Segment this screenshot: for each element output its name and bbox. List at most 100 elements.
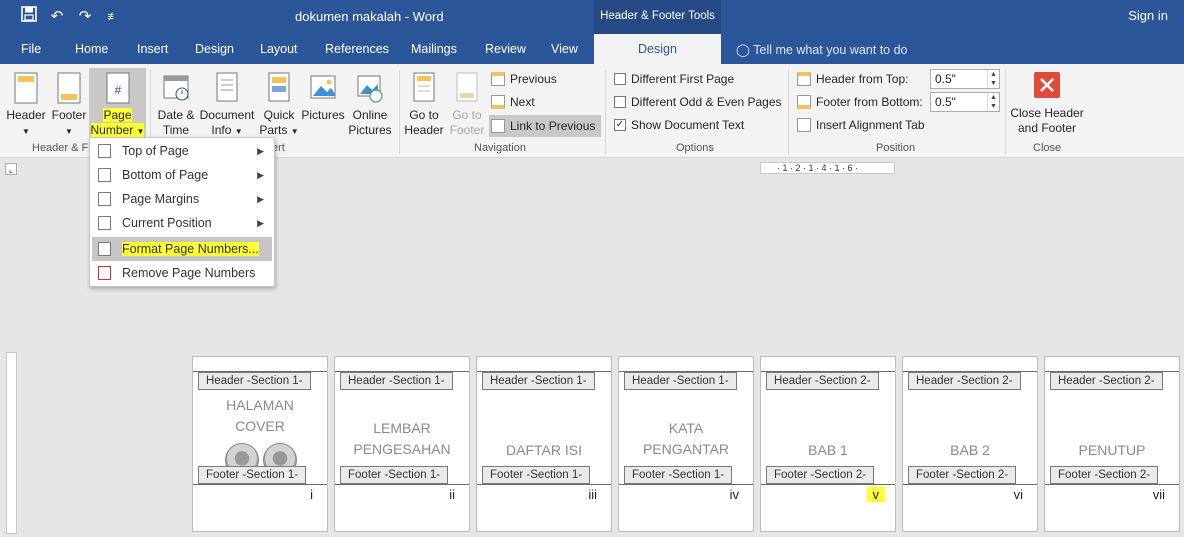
page-subtitle: PENGANTAR [642, 441, 730, 457]
separator [399, 70, 400, 154]
lightbulb-icon: ◯ [736, 43, 750, 57]
next-icon [491, 95, 505, 109]
document-title: dokumen makalah - Word [295, 9, 444, 24]
tab-home[interactable]: Home [75, 42, 108, 56]
calendar-icon [163, 75, 189, 101]
previous-button[interactable]: Previous [491, 72, 557, 86]
page-number-button[interactable]: # Page Number ▼ [89, 68, 146, 140]
undo-icon[interactable]: ↶ [46, 6, 68, 28]
go-to-footer-button[interactable]: Go to Footer [446, 72, 488, 138]
footer-from-bottom-input[interactable]: 0.5" ▲ ▼ [930, 92, 1000, 112]
header-footer-tools-label: Header & Footer Tools [594, 0, 721, 34]
menu-item-top-of-page[interactable]: Top of Page ▶ [92, 139, 272, 163]
show-document-text-checkbox[interactable]: ✓ Show Document Text [614, 118, 744, 132]
chevron-down-icon: ▼ [136, 127, 145, 136]
page-thumbnail[interactable]: Header -Section 2- PENUTUP Footer -Secti… [1044, 356, 1180, 532]
header-section-tag: Header -Section 1- [624, 372, 737, 390]
link-to-previous-button[interactable]: Link to Previous [489, 115, 602, 137]
tab-mailings[interactable]: Mailings [411, 42, 457, 56]
tab-insert[interactable]: Insert [137, 42, 168, 56]
tab-references[interactable]: References [325, 42, 389, 56]
insert-alignment-tab-button[interactable]: Insert Alignment Tab [797, 118, 925, 132]
page-subtitle: COVER [235, 418, 285, 434]
footer-icon [57, 72, 81, 104]
go-to-footer-icon [456, 72, 478, 102]
page-thumbnail[interactable]: Header -Section 2- BAB 2 Footer -Section… [902, 356, 1038, 532]
page-bottom-icon [98, 168, 111, 182]
save-icon[interactable] [18, 6, 40, 28]
chevron-down-icon: ▼ [65, 127, 73, 136]
go-to-header-icon [413, 72, 435, 102]
tab-layout[interactable]: Layout [260, 42, 298, 56]
tab-file[interactable]: File [21, 42, 41, 56]
page-thumbnail[interactable]: Header -Section 1- DAFTAR ISI Footer -Se… [476, 356, 612, 532]
customize-qat-icon[interactable]: ≢ [102, 6, 124, 28]
menu-item-bottom-of-page[interactable]: Bottom of Page ▶ [92, 163, 272, 187]
page-title: KATA [668, 420, 704, 436]
next-button[interactable]: Next [491, 95, 535, 109]
different-odd-even-checkbox[interactable]: Different Odd & Even Pages [614, 95, 782, 109]
page-top-icon [98, 144, 111, 158]
quick-parts-button[interactable]: Quick Parts ▼ [258, 72, 300, 139]
page-title: BAB 2 [950, 442, 990, 458]
tell-me-search[interactable]: ◯ Tell me what you want to do [736, 42, 908, 57]
tab-selector[interactable]: ⌞ [5, 163, 17, 175]
page-number-icon: # [106, 72, 129, 104]
format-page-numbers-icon [98, 242, 111, 256]
page-number-menu: Top of Page ▶ Bottom of Page ▶ Page Marg… [89, 137, 275, 287]
horizontal-ruler[interactable]: · 1 · 2 · 1 · 4 · 1 · 6 · [760, 162, 895, 174]
separator [605, 70, 606, 154]
vertical-ruler[interactable] [6, 352, 17, 534]
menu-item-page-margins[interactable]: Page Margins ▶ [92, 187, 272, 211]
close-header-footer-button[interactable]: Close Header and Footer [1010, 72, 1084, 136]
different-first-page-checkbox[interactable]: Different First Page [614, 72, 734, 86]
tab-design[interactable]: Design [195, 42, 234, 56]
header-from-top-input[interactable]: 0.5" ▲ ▼ [930, 69, 1000, 89]
footer-section-tag: Footer -Section 1- [340, 466, 449, 484]
date-time-button[interactable]: Date & Time [154, 72, 198, 138]
menu-item-current-position[interactable]: Current Position ▶ [92, 211, 272, 235]
group-label-position: Position [876, 142, 916, 154]
footer-button[interactable]: Footer ▼ [49, 72, 89, 139]
spinner-arrows-icon[interactable]: ▲ ▼ [987, 70, 999, 88]
spinner-arrows-icon[interactable]: ▲ ▼ [987, 93, 999, 111]
checkbox-unchecked [614, 73, 626, 85]
header-icon [14, 72, 38, 104]
checkmark-icon: ✓ [614, 119, 626, 131]
page-thumbnail[interactable]: Header -Section 1- LEMBAR PENGESAHAN Foo… [334, 356, 470, 532]
page-number: vii [1152, 487, 1165, 502]
separator [788, 70, 789, 154]
header-section-tag: Header -Section 1- [340, 372, 453, 390]
footer-from-bottom-label: Footer from Bottom: [797, 95, 923, 109]
tab-view[interactable]: View [551, 42, 578, 56]
menu-item-format-page-numbers[interactable]: Format Page Numbers... [92, 237, 272, 261]
page-number-highlighted: v [866, 487, 885, 502]
page-thumbnail[interactable]: Header -Section 2- BAB 1 Footer -Section… [760, 356, 896, 532]
online-pictures-button[interactable]: Online Pictures [346, 72, 394, 138]
go-to-header-button[interactable]: Go to Header [403, 72, 445, 138]
footer-section-tag: Footer -Section 2- [1050, 466, 1159, 484]
redo-icon[interactable]: ↷ [74, 6, 96, 28]
chevron-down-icon: ▼ [234, 127, 243, 136]
header-from-top-icon [797, 72, 811, 86]
alignment-tab-icon [797, 118, 811, 132]
submenu-arrow-icon: ▶ [257, 170, 264, 180]
sign-in-link[interactable]: Sign in [1128, 8, 1168, 23]
document-info-button[interactable]: Document Info ▼ [198, 72, 256, 139]
header-section-tag: Header -Section 2- [766, 372, 879, 390]
group-label-options: Options [676, 142, 714, 154]
page-thumbnail[interactable]: Header -Section 1- HALAMAN COVER Footer … [192, 356, 328, 532]
tab-header-footer-design[interactable]: Design [594, 34, 721, 64]
page-thumbnail[interactable]: Header -Section 1- KATA PENGANTAR Footer… [618, 356, 754, 532]
header-button[interactable]: Header ▼ [6, 72, 46, 139]
header-from-top-label: Header from Top: [797, 72, 909, 86]
tab-review[interactable]: Review [485, 42, 526, 56]
online-pictures-icon [357, 75, 383, 103]
footer-divider [477, 484, 611, 485]
menu-item-remove-page-numbers[interactable]: Remove Page Numbers [92, 261, 272, 285]
footer-divider [903, 484, 1037, 485]
pictures-button[interactable]: Pictures [300, 72, 346, 123]
page-number: iv [729, 487, 739, 502]
quick-access-toolbar: ↶ ↷ ≢ [18, 6, 124, 28]
svg-text:#: # [114, 83, 121, 97]
